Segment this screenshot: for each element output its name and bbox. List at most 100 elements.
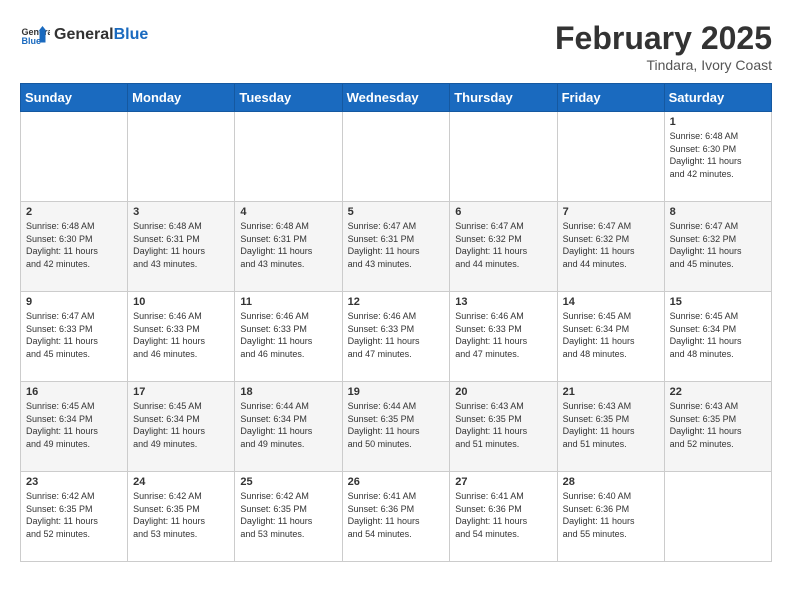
calendar-cell: 25 Sunrise: 6:42 AM Sunset: 6:35 PM Dayli…	[235, 472, 342, 562]
day-number: 22	[670, 386, 766, 398]
calendar-cell: 13 Sunrise: 6:46 AM Sunset: 6:33 PM Dayli…	[450, 292, 557, 382]
day-info: Sunrise: 6:46 AM Sunset: 6:33 PM Dayligh…	[133, 310, 229, 360]
day-info: Sunrise: 6:48 AM Sunset: 6:30 PM Dayligh…	[26, 220, 122, 270]
day-info: Sunrise: 6:43 AM Sunset: 6:35 PM Dayligh…	[670, 400, 766, 450]
day-number: 21	[563, 386, 659, 398]
day-number: 8	[670, 206, 766, 218]
calendar-cell: 6Sunrise: 6:47 AM Sunset: 6:32 PM Daylig…	[450, 202, 557, 292]
day-header-sunday: Sunday	[21, 84, 128, 112]
day-number: 9	[26, 296, 122, 308]
day-info: Sunrise: 6:45 AM Sunset: 6:34 PM Dayligh…	[563, 310, 659, 360]
day-number: 13	[455, 296, 551, 308]
calendar-cell: 19 Sunrise: 6:44 AM Sunset: 6:35 PM Dayli…	[342, 382, 450, 472]
calendar-cell: 9 Sunrise: 6:47 AM Sunset: 6:33 PM Daylig…	[21, 292, 128, 382]
calendar-cell: 2 Sunrise: 6:48 AM Sunset: 6:30 PM Daylig…	[21, 202, 128, 292]
svg-text:Blue: Blue	[22, 36, 42, 46]
day-number: 2	[26, 206, 122, 218]
calendar-cell: 15 Sunrise: 6:45 AM Sunset: 6:34 PM Dayli…	[664, 292, 771, 382]
day-header-wednesday: Wednesday	[342, 84, 450, 112]
day-info: Sunrise: 6:45 AM Sunset: 6:34 PM Dayligh…	[670, 310, 766, 360]
day-info: Sunrise: 6:43 AM Sunset: 6:35 PM Dayligh…	[563, 400, 659, 450]
calendar-cell: 8 Sunrise: 6:47 AM Sunset: 6:32 PM Daylig…	[664, 202, 771, 292]
day-info: Sunrise: 6:46 AM Sunset: 6:33 PM Dayligh…	[455, 310, 551, 360]
day-info: Sunrise: 6:44 AM Sunset: 6:34 PM Dayligh…	[240, 400, 336, 450]
day-number: 7	[563, 206, 659, 218]
logo-icon: General Blue	[20, 20, 50, 50]
calendar-cell: 23 Sunrise: 6:42 AM Sunset: 6:35 PM Dayli…	[21, 472, 128, 562]
day-info: Sunrise: 6:47 AM Sunset: 6:31 PM Dayligh…	[348, 220, 445, 270]
calendar-cell: 14 Sunrise: 6:45 AM Sunset: 6:34 PM Dayli…	[557, 292, 664, 382]
calendar-cell: 3 Sunrise: 6:48 AM Sunset: 6:31 PM Daylig…	[128, 202, 235, 292]
day-info: Sunrise: 6:42 AM Sunset: 6:35 PM Dayligh…	[133, 490, 229, 540]
day-info: Sunrise: 6:48 AM Sunset: 6:30 PM Dayligh…	[670, 130, 766, 180]
calendar-cell	[21, 112, 128, 202]
week-row-2: 2 Sunrise: 6:48 AM Sunset: 6:30 PM Daylig…	[21, 202, 772, 292]
day-info: Sunrise: 6:48 AM Sunset: 6:31 PM Dayligh…	[240, 220, 336, 270]
calendar-cell: 24 Sunrise: 6:42 AM Sunset: 6:35 PM Dayli…	[128, 472, 235, 562]
calendar-cell	[128, 112, 235, 202]
day-number: 12	[348, 296, 445, 308]
week-row-3: 9 Sunrise: 6:47 AM Sunset: 6:33 PM Daylig…	[21, 292, 772, 382]
day-number: 3	[133, 206, 229, 218]
calendar-cell: 1 Sunrise: 6:48 AM Sunset: 6:30 PM Daylig…	[664, 112, 771, 202]
calendar-cell: 16Sunrise: 6:45 AM Sunset: 6:34 PM Dayli…	[21, 382, 128, 472]
location-title: Tindara, Ivory Coast	[555, 57, 772, 73]
day-number: 5	[348, 206, 445, 218]
calendar-header-row: SundayMondayTuesdayWednesdayThursdayFrid…	[21, 84, 772, 112]
day-info: Sunrise: 6:43 AM Sunset: 6:35 PM Dayligh…	[455, 400, 551, 450]
calendar-cell: 10Sunrise: 6:46 AM Sunset: 6:33 PM Dayli…	[128, 292, 235, 382]
day-header-thursday: Thursday	[450, 84, 557, 112]
calendar-cell	[450, 112, 557, 202]
calendar-cell: 7Sunrise: 6:47 AM Sunset: 6:32 PM Daylig…	[557, 202, 664, 292]
page-header: General Blue GeneralBlue February 2025 T…	[20, 20, 772, 73]
calendar-cell	[557, 112, 664, 202]
calendar-cell: 21 Sunrise: 6:43 AM Sunset: 6:35 PM Dayli…	[557, 382, 664, 472]
day-number: 23	[26, 476, 122, 488]
day-info: Sunrise: 6:40 AM Sunset: 6:36 PM Dayligh…	[563, 490, 659, 540]
day-info: Sunrise: 6:46 AM Sunset: 6:33 PM Dayligh…	[348, 310, 445, 360]
day-number: 20	[455, 386, 551, 398]
day-number: 14	[563, 296, 659, 308]
day-info: Sunrise: 6:42 AM Sunset: 6:35 PM Dayligh…	[26, 490, 122, 540]
calendar-cell: 17 Sunrise: 6:45 AM Sunset: 6:34 PM Dayli…	[128, 382, 235, 472]
logo: General Blue GeneralBlue	[20, 20, 148, 50]
day-number: 28	[563, 476, 659, 488]
day-header-saturday: Saturday	[664, 84, 771, 112]
calendar-cell: 20 Sunrise: 6:43 AM Sunset: 6:35 PM Dayli…	[450, 382, 557, 472]
calendar-cell: 12 Sunrise: 6:46 AM Sunset: 6:33 PM Dayli…	[342, 292, 450, 382]
day-number: 25	[240, 476, 336, 488]
day-number: 18	[240, 386, 336, 398]
calendar-cell: 28 Sunrise: 6:40 AM Sunset: 6:36 PM Dayli…	[557, 472, 664, 562]
month-title: February 2025	[555, 20, 772, 57]
calendar-cell	[235, 112, 342, 202]
day-number: 4	[240, 206, 336, 218]
calendar-cell: 18 Sunrise: 6:44 AM Sunset: 6:34 PM Dayli…	[235, 382, 342, 472]
day-number: 1	[670, 116, 766, 128]
day-number: 15	[670, 296, 766, 308]
day-number: 16	[26, 386, 122, 398]
calendar-cell	[664, 472, 771, 562]
day-info: Sunrise: 6:46 AM Sunset: 6:33 PM Dayligh…	[240, 310, 336, 360]
day-info: Sunrise: 6:47 AM Sunset: 6:33 PM Dayligh…	[26, 310, 122, 360]
day-number: 17	[133, 386, 229, 398]
logo-text-general: General	[54, 26, 114, 43]
day-info: Sunrise: 6:47 AM Sunset: 6:32 PM Dayligh…	[670, 220, 766, 270]
day-info: Sunrise: 6:44 AM Sunset: 6:35 PM Dayligh…	[348, 400, 445, 450]
week-row-4: 16 Sunrise: 6:45 AM Sunset: 6:34 PM Dayli…	[21, 382, 772, 472]
day-header-monday: Monday	[128, 84, 235, 112]
calendar-cell	[342, 112, 450, 202]
day-info: Sunrise: 6:42 AM Sunset: 6:35 PM Dayligh…	[240, 490, 336, 540]
day-info: Sunrise: 6:48 AM Sunset: 6:31 PM Dayligh…	[133, 220, 229, 270]
day-number: 27	[455, 476, 551, 488]
day-info: Sunrise: 6:45 AM Sunset: 6:34 PM Dayligh…	[133, 400, 229, 450]
logo-text-blue: Blue	[114, 26, 149, 43]
calendar-cell: 4 Sunrise: 6:48 AM Sunset: 6:31 PM Daylig…	[235, 202, 342, 292]
week-row-5: 23 Sunrise: 6:42 AM Sunset: 6:35 PM Dayli…	[21, 472, 772, 562]
day-number: 19	[348, 386, 445, 398]
week-row-1: 1 Sunrise: 6:48 AM Sunset: 6:30 PM Daylig…	[21, 112, 772, 202]
calendar-cell: 27Sunrise: 6:41 AM Sunset: 6:36 PM Dayli…	[450, 472, 557, 562]
day-number: 26	[348, 476, 445, 488]
day-number: 24	[133, 476, 229, 488]
day-info: Sunrise: 6:47 AM Sunset: 6:32 PM Dayligh…	[455, 220, 551, 270]
day-number: 11	[240, 296, 336, 308]
